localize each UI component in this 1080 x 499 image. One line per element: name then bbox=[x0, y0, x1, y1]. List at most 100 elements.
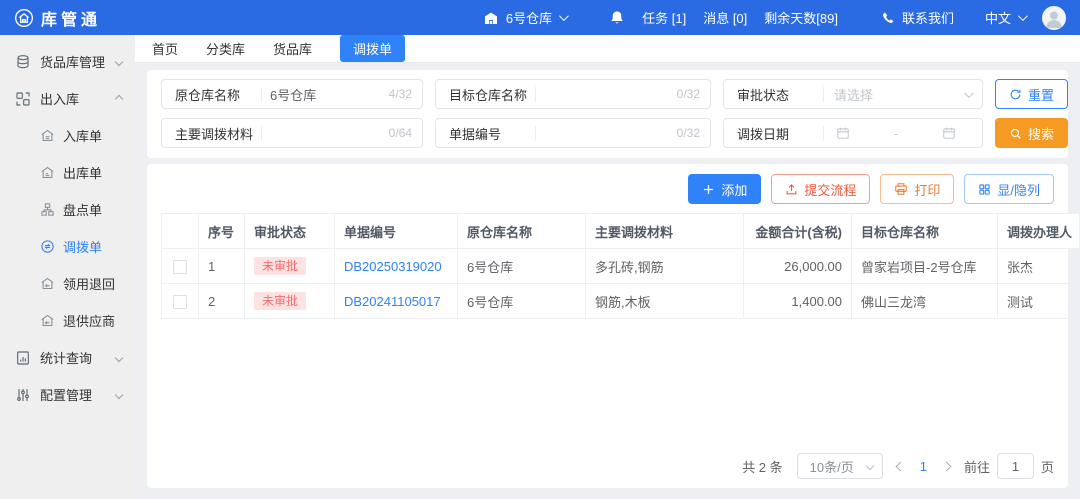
date-range-picker[interactable]: - bbox=[824, 126, 982, 141]
select-all-header bbox=[161, 213, 199, 249]
total-count: 共 2 条 bbox=[742, 459, 783, 475]
char-counter: 4/32 bbox=[388, 87, 412, 101]
table-toolbar: 添加 提交流程 打印 显/隐列 bbox=[161, 174, 1054, 204]
cell-amount: 26,000.00 bbox=[743, 248, 852, 284]
table-panel: 添加 提交流程 打印 显/隐列 序号 审批状态 单据编号 原仓库名称 主要调拨材… bbox=[147, 164, 1080, 488]
sidebar-item-stocktake[interactable]: 盘点单 bbox=[0, 191, 135, 228]
add-button[interactable]: 添加 bbox=[688, 174, 762, 204]
cell-target-warehouse: 曾家岩项目-2号仓库 bbox=[851, 248, 998, 284]
show-hide-columns-button[interactable]: 显/隐列 bbox=[964, 174, 1054, 204]
cell-materials: 多孔砖,钢筋 bbox=[585, 248, 744, 284]
page-number[interactable]: 1 bbox=[918, 459, 929, 474]
tab-transfer-order[interactable]: 调拨单 bbox=[340, 35, 406, 62]
select-placeholder: 请选择 bbox=[834, 87, 874, 103]
tab-home[interactable]: 首页 bbox=[152, 39, 178, 58]
search-icon bbox=[1009, 127, 1022, 140]
sidebar-item-transfer[interactable]: 调拨单 bbox=[0, 228, 135, 265]
column-header-materials: 主要调拨材料 bbox=[585, 213, 744, 249]
sidebar-group-in-out[interactable]: 出入库 bbox=[0, 80, 135, 117]
char-counter: 0/32 bbox=[676, 87, 700, 101]
cell-seq: 2 bbox=[198, 283, 245, 319]
sidebar-group-goods-library[interactable]: 货品库管理 bbox=[0, 43, 135, 80]
calendar-icon bbox=[836, 126, 850, 140]
warehouse-selector[interactable]: 6号仓库 bbox=[483, 8, 569, 27]
doc-no-link[interactable]: DB20241105017 bbox=[344, 294, 441, 309]
configuration-icon bbox=[15, 387, 31, 403]
filter-doc-number: 单据编号 0/32 bbox=[435, 118, 711, 148]
search-button[interactable]: 搜索 bbox=[995, 118, 1069, 148]
chevron-down-icon bbox=[963, 87, 974, 98]
sidebar-group-label: 统计查询 bbox=[40, 351, 93, 366]
tab-category-library[interactable]: 分类库 bbox=[206, 39, 245, 58]
materials-input[interactable] bbox=[262, 125, 389, 141]
goto-page-input[interactable] bbox=[996, 453, 1034, 479]
prev-page-button[interactable] bbox=[895, 461, 906, 471]
sidebar-item-requisition-return[interactable]: 领用退回 bbox=[0, 265, 135, 302]
sidebar-group-statistics[interactable]: 统计查询 bbox=[0, 339, 135, 376]
calendar-icon bbox=[942, 126, 956, 140]
chevron-down-icon bbox=[114, 57, 124, 66]
cell-handler: 张杰 bbox=[997, 248, 1080, 284]
contact-us-link[interactable]: 联系我们 bbox=[881, 8, 954, 27]
sidebar-item-label: 盘点单 bbox=[63, 203, 103, 218]
goods-library-icon bbox=[15, 54, 31, 70]
sidebar-item-label: 出库单 bbox=[63, 166, 103, 181]
top-header: 库管通 6号仓库 任务 [1] 消息 [0] 剩余天数[89] 联系我们 中文 bbox=[0, 0, 1080, 35]
row-checkbox[interactable] bbox=[173, 294, 187, 309]
date-range-separator: - bbox=[893, 125, 899, 141]
chevron-down-icon bbox=[114, 390, 124, 399]
source-warehouse-input[interactable] bbox=[262, 86, 389, 102]
supplier-return-icon bbox=[40, 313, 55, 328]
reset-icon bbox=[1009, 88, 1022, 101]
language-selector[interactable]: 中文 bbox=[985, 8, 1028, 27]
page-size-select[interactable]: 10条/页 bbox=[796, 453, 883, 479]
header-actions: 6号仓库 任务 [1] 消息 [0] 剩余天数[89] 联系我们 中文 bbox=[483, 5, 1066, 30]
filter-source-warehouse: 原仓库名称 4/32 bbox=[161, 79, 423, 109]
sidebar-item-outbound[interactable]: 出库单 bbox=[0, 154, 135, 191]
status-badge: 未审批 bbox=[254, 257, 307, 275]
submit-flow-button[interactable]: 提交流程 bbox=[771, 174, 871, 204]
tab-goods-library[interactable]: 货品库 bbox=[273, 39, 312, 58]
filter-approval-status[interactable]: 审批状态 请选择 bbox=[723, 79, 983, 109]
sidebar-group-label: 出入库 bbox=[40, 92, 80, 107]
target-warehouse-input[interactable] bbox=[536, 86, 677, 102]
filter-label: 审批状态 bbox=[737, 87, 790, 103]
filter-label: 原仓库名称 bbox=[175, 87, 241, 103]
row-checkbox[interactable] bbox=[173, 259, 187, 274]
filter-label: 单据编号 bbox=[449, 126, 502, 142]
doc-no-link[interactable]: DB20250319020 bbox=[344, 259, 442, 274]
chevron-down-icon bbox=[865, 461, 874, 471]
data-table: 序号 审批状态 单据编号 原仓库名称 主要调拨材料 金额合计(含税) 目标仓库名… bbox=[161, 213, 1080, 444]
transfer-icon bbox=[40, 239, 55, 254]
notification-bell[interactable] bbox=[609, 10, 625, 26]
char-counter: 0/32 bbox=[676, 126, 700, 140]
sidebar-group-configuration[interactable]: 配置管理 bbox=[0, 376, 135, 413]
doc-number-input[interactable] bbox=[536, 125, 677, 141]
column-header-doc-no: 单据编号 bbox=[334, 213, 458, 249]
sidebar-item-supplier-return[interactable]: 退供应商 bbox=[0, 302, 135, 339]
sidebar-group-label: 配置管理 bbox=[40, 388, 93, 403]
filter-row-2: 主要调拨材料 0/64 单据编号 0/32 调拨日期 - 搜索 bbox=[161, 118, 1069, 148]
inbound-doc-icon bbox=[40, 128, 55, 143]
table-header-row: 序号 审批状态 单据编号 原仓库名称 主要调拨材料 金额合计(含税) 目标仓库名… bbox=[161, 213, 1080, 249]
chevron-down-icon bbox=[1017, 11, 1028, 22]
table-row: 1 未审批 DB20250319020 6号仓库 多孔砖,钢筋 26,000.0… bbox=[161, 248, 1080, 284]
print-button[interactable]: 打印 bbox=[880, 174, 955, 204]
filter-panel: 原仓库名称 4/32 目标仓库名称 0/32 审批状态 请选择 bbox=[147, 70, 1069, 158]
cell-source-warehouse: 6号仓库 bbox=[457, 248, 586, 284]
tasks-link[interactable]: 任务 [1] bbox=[642, 8, 686, 27]
filter-label: 主要调拨材料 bbox=[175, 126, 254, 142]
sidebar-group-label: 货品库管理 bbox=[40, 55, 106, 70]
column-header-target: 目标仓库名称 bbox=[851, 213, 998, 249]
user-avatar[interactable] bbox=[1042, 5, 1066, 30]
reset-button[interactable]: 重置 bbox=[995, 79, 1069, 109]
filter-label: 调拨日期 bbox=[737, 126, 790, 142]
content-area: 首页 分类库 货品库 调拨单 原仓库名称 4/32 目标仓库名称 0/32 bbox=[135, 35, 1080, 499]
column-header-amount: 金额合计(含税) bbox=[743, 213, 852, 249]
messages-link[interactable]: 消息 [0] bbox=[703, 8, 747, 27]
sidebar-item-inbound[interactable]: 入库单 bbox=[0, 117, 135, 154]
next-page-button[interactable] bbox=[941, 461, 952, 471]
cell-source-warehouse: 6号仓库 bbox=[457, 283, 586, 319]
chevron-down-icon bbox=[559, 11, 569, 22]
statistics-icon bbox=[15, 350, 31, 366]
